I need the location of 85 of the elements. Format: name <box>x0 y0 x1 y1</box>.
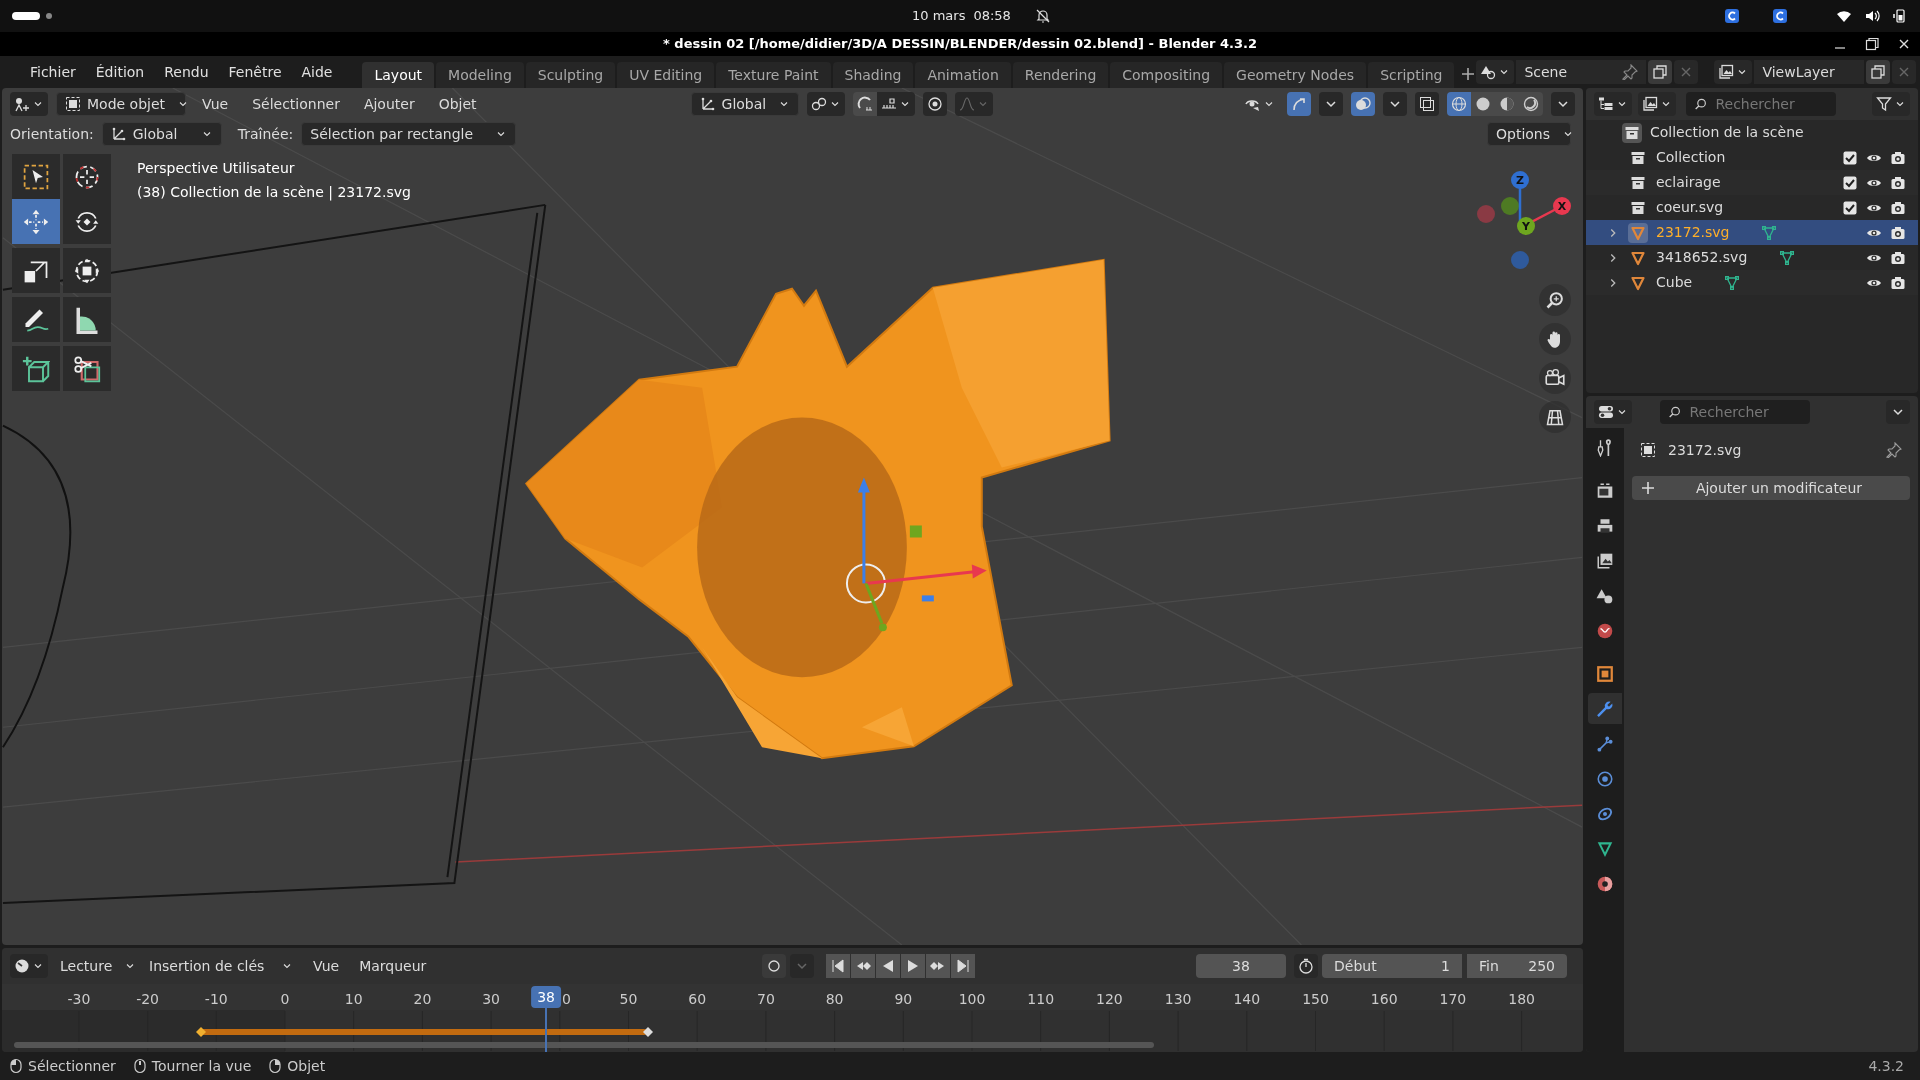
transform-orientation-dropdown[interactable]: Global <box>690 92 799 116</box>
current-frame-field[interactable]: 38 <box>1196 954 1286 978</box>
frame-tick-label: 10 <box>344 990 363 1009</box>
frame-tick-label: 140 <box>1233 990 1261 1009</box>
system-date: 10 mars <box>912 7 966 26</box>
frame-tick-label: 150 <box>1302 990 1329 1009</box>
menu-item[interactable]: Marqueur <box>351 955 435 977</box>
menu-item[interactable]: Fenêtre <box>218 60 292 84</box>
view-context: (38) Collection de la scène | 23172.svg <box>137 183 411 203</box>
window-title: * dessin 02 [/home/didier/3D/A DESSIN/BLENDER/dessin 02.blend] - Blender 4.3.2 <box>663 35 1257 54</box>
menu-item[interactable]: Rendu <box>154 60 219 84</box>
workspace-tab[interactable]: Geometry Nodes <box>1224 62 1367 88</box>
frame-tick-label: -30 <box>67 990 91 1009</box>
frame-tick-label: 20 <box>413 990 432 1009</box>
menu-item[interactable]: Sélectionner <box>244 93 348 115</box>
status-hint: Objet <box>287 1056 326 1076</box>
workspace-tab[interactable]: Layout <box>362 62 435 88</box>
playback-dropdown[interactable]: Lecture <box>52 954 137 978</box>
frame-tick-label: 60 <box>688 990 707 1009</box>
add-modifier-button[interactable]: Ajouter un modificateur <box>1632 476 1910 500</box>
keying-dropdown[interactable]: Insertion de clés <box>141 954 301 978</box>
frame-tick-label: 160 <box>1370 990 1398 1009</box>
axis-label: Y <box>1522 220 1530 233</box>
status-hint: Tourner la vue <box>151 1056 252 1076</box>
outliner-item-name: 23172.svg <box>1656 223 1730 242</box>
outliner-item-name: Cube <box>1656 273 1693 292</box>
workspace-tab[interactable]: UV Editing <box>617 62 715 88</box>
workspace-tab[interactable]: Shading <box>832 62 914 88</box>
object-name: 23172.svg <box>1668 440 1742 460</box>
axis-label: Z <box>1516 174 1524 187</box>
outliner-row[interactable]: 23172.svg <box>1586 220 1918 245</box>
workspace-tab[interactable]: Modeling <box>436 62 524 88</box>
version-label: 4.3.2 <box>1868 1056 1904 1076</box>
workspace-tab[interactable]: Texture Paint <box>716 62 831 88</box>
frame-tick-label: 0 <box>280 990 290 1009</box>
outliner-item-name: eclairage <box>1656 173 1721 192</box>
system-time: 08:58 <box>973 7 1011 26</box>
end-frame-field[interactable]: Fin 250 <box>1467 954 1567 978</box>
search-input[interactable]: Rechercher <box>1689 401 1802 423</box>
frame-tick-label: 130 <box>1164 990 1192 1009</box>
drag-label: Traînée: <box>237 124 294 144</box>
outliner-item[interactable]: Collection de la scène <box>1650 122 1804 143</box>
workspace-tab[interactable]: Scripting <box>1368 62 1455 88</box>
outliner-item-name: coeur.svg <box>1656 198 1724 217</box>
frame-tick-label: 170 <box>1439 990 1467 1009</box>
frame-tick-label: 30 <box>482 990 500 1009</box>
outliner-item-name: 3418652.svg <box>1656 248 1748 267</box>
workspace-tab[interactable]: Sculpting <box>525 62 616 88</box>
frame-tick-label: 50 <box>619 990 638 1009</box>
frame-tick-label: 90 <box>894 990 913 1009</box>
navigation-gizmo[interactable]: Z X Y <box>1462 166 1578 282</box>
frame-tick-label: 70 <box>757 990 775 1009</box>
menu-item[interactable]: Vue <box>194 93 237 115</box>
frame-tick-label: 120 <box>1096 990 1123 1009</box>
frame-tick-label: 0 <box>562 990 571 1009</box>
menu-item[interactable]: Ajouter <box>355 93 423 115</box>
outliner-item-name: Collection <box>1656 148 1726 167</box>
workspace-tab[interactable]: Rendering <box>1012 62 1109 88</box>
workspace-tab[interactable]: Animation <box>915 62 1011 88</box>
axis-label: X <box>1557 200 1567 213</box>
workspace-tab[interactable]: Compositing <box>1110 62 1223 88</box>
drag-dropdown[interactable]: Sélection par rectangle <box>301 122 517 146</box>
orientation-dropdown[interactable]: Global <box>101 122 222 146</box>
menu-item[interactable]: Objet <box>430 93 485 115</box>
view-name: Perspective Utilisateur <box>137 159 296 178</box>
frame-tick-label: 180 <box>1508 990 1535 1009</box>
scene-field[interactable]: Scene <box>1516 60 1647 84</box>
options-dropdown[interactable]: Options <box>1487 122 1571 146</box>
menu-item[interactable]: Fichier <box>20 60 86 84</box>
orientation-label: Orientation: <box>10 124 94 144</box>
search-field[interactable]: Rechercher <box>1686 92 1836 116</box>
frame-tick-label: 80 <box>825 990 844 1009</box>
view-layer-field[interactable]: ViewLayer <box>1754 60 1865 84</box>
frame-tick-label: 110 <box>1027 990 1055 1009</box>
frame-tick-label: 100 <box>958 990 986 1009</box>
menu-item[interactable]: Édition <box>85 60 155 84</box>
frame-tick-label: -10 <box>204 990 228 1009</box>
menu-item[interactable]: Aide <box>291 60 343 84</box>
playhead-frame[interactable]: 38 <box>531 986 561 1008</box>
search-field[interactable]: Rechercher <box>1660 400 1810 424</box>
mode-dropdown[interactable]: Mode objet <box>56 92 186 116</box>
frame-tick-label: -20 <box>136 990 160 1009</box>
status-hint: Sélectionner <box>28 1056 116 1076</box>
start-frame-field[interactable]: Début 1 <box>1322 954 1462 978</box>
menu-item[interactable]: Vue <box>305 955 348 977</box>
